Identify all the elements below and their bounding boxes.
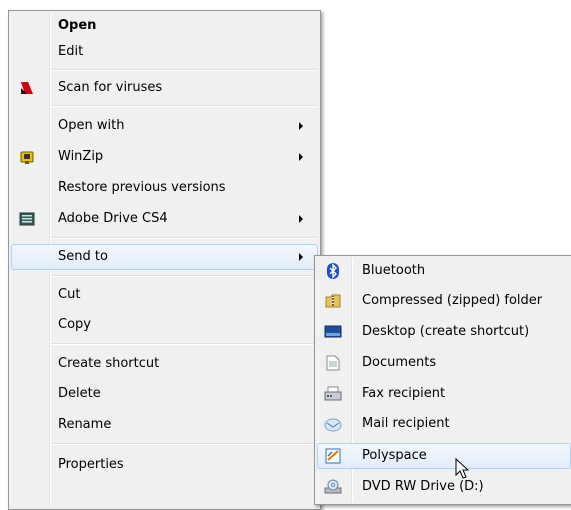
- menu-separator: [51, 237, 316, 239]
- kaspersky-icon: [18, 80, 36, 96]
- menu-item-label: Mail recipient: [362, 416, 450, 431]
- menu-item-label: Polyspace: [362, 448, 427, 463]
- sendto-item-compressed-folder[interactable]: Compressed (zipped) folder: [317, 288, 571, 314]
- submenu-arrow-icon: [299, 253, 303, 261]
- sendto-item-mail-recipient[interactable]: Mail recipient: [317, 411, 571, 437]
- menu-item-scan-for-viruses[interactable]: Scan for viruses: [11, 75, 318, 101]
- menu-item-label: Open with: [58, 118, 125, 133]
- menu-item-label: Open: [58, 18, 97, 33]
- sendto-item-dvd-rw-drive[interactable]: DVD RW Drive (D:): [317, 474, 571, 500]
- documents-icon: [324, 355, 342, 371]
- adobe-drive-icon: [18, 211, 36, 227]
- context-menu: Open Edit Scan for viruses Open with Win…: [8, 10, 321, 510]
- sendto-item-documents[interactable]: Documents: [317, 350, 571, 376]
- sendto-item-polyspace[interactable]: Polyspace: [317, 443, 571, 469]
- menu-item-create-shortcut[interactable]: Create shortcut: [11, 351, 318, 377]
- zip-folder-icon: [324, 293, 342, 309]
- menu-item-label: WinZip: [58, 149, 104, 164]
- menu-item-open-with[interactable]: Open with: [11, 113, 318, 139]
- menu-item-properties[interactable]: Properties: [11, 452, 318, 478]
- menu-item-label: Properties: [58, 457, 124, 472]
- menu-item-label: Desktop (create shortcut): [362, 324, 530, 339]
- menu-item-label: Documents: [362, 355, 437, 370]
- menu-separator: [51, 443, 316, 445]
- menu-item-label: Delete: [58, 386, 101, 401]
- submenu-arrow-icon: [299, 122, 303, 130]
- menu-item-delete[interactable]: Delete: [11, 381, 318, 407]
- menu-item-winzip[interactable]: WinZip: [11, 144, 318, 170]
- menu-item-cut[interactable]: Cut: [11, 282, 318, 308]
- sendto-item-bluetooth[interactable]: Bluetooth: [317, 258, 571, 284]
- mail-icon: [324, 416, 342, 432]
- menu-item-label: Bluetooth: [362, 263, 426, 278]
- menu-item-label: Edit: [58, 44, 84, 59]
- menu-item-label: Fax recipient: [362, 386, 446, 401]
- menu-item-label: Compressed (zipped) folder: [362, 293, 543, 308]
- menu-item-adobe-drive-cs4[interactable]: Adobe Drive CS4: [11, 206, 318, 232]
- sendto-item-desktop[interactable]: Desktop (create shortcut): [317, 319, 571, 345]
- menu-item-restore-previous-versions[interactable]: Restore previous versions: [11, 175, 318, 201]
- bluetooth-icon: [324, 263, 342, 279]
- menu-item-label: Adobe Drive CS4: [58, 211, 168, 226]
- menu-item-label: Scan for viruses: [58, 80, 163, 95]
- winzip-icon: [18, 149, 36, 165]
- menu-item-copy[interactable]: Copy: [11, 312, 318, 338]
- polyspace-icon: [324, 448, 342, 464]
- sendto-item-fax-recipient[interactable]: Fax recipient: [317, 381, 571, 407]
- menu-separator: [51, 105, 316, 107]
- menu-item-rename[interactable]: Rename: [11, 412, 318, 438]
- menu-item-label: Create shortcut: [58, 356, 160, 371]
- menu-separator: [51, 69, 316, 71]
- dvd-drive-icon: [324, 479, 342, 495]
- fax-icon: [324, 386, 342, 402]
- menu-item-label: Restore previous versions: [58, 180, 226, 195]
- menu-item-open[interactable]: Open: [11, 13, 318, 39]
- desktop-icon: [324, 324, 342, 340]
- menu-item-send-to[interactable]: Send to: [11, 244, 318, 270]
- menu-separator: [51, 343, 316, 345]
- menu-item-edit[interactable]: Edit: [11, 39, 318, 65]
- mouse-cursor-icon: [455, 457, 471, 480]
- send-to-submenu: Bluetooth Compressed (zipped) folder Des…: [314, 255, 571, 505]
- menu-item-label: Rename: [58, 417, 112, 432]
- menu-item-label: Send to: [58, 249, 108, 264]
- menu-item-label: Cut: [58, 287, 81, 302]
- submenu-arrow-icon: [299, 215, 303, 223]
- menu-separator: [51, 275, 316, 277]
- menu-item-label: Copy: [58, 317, 91, 332]
- submenu-arrow-icon: [299, 153, 303, 161]
